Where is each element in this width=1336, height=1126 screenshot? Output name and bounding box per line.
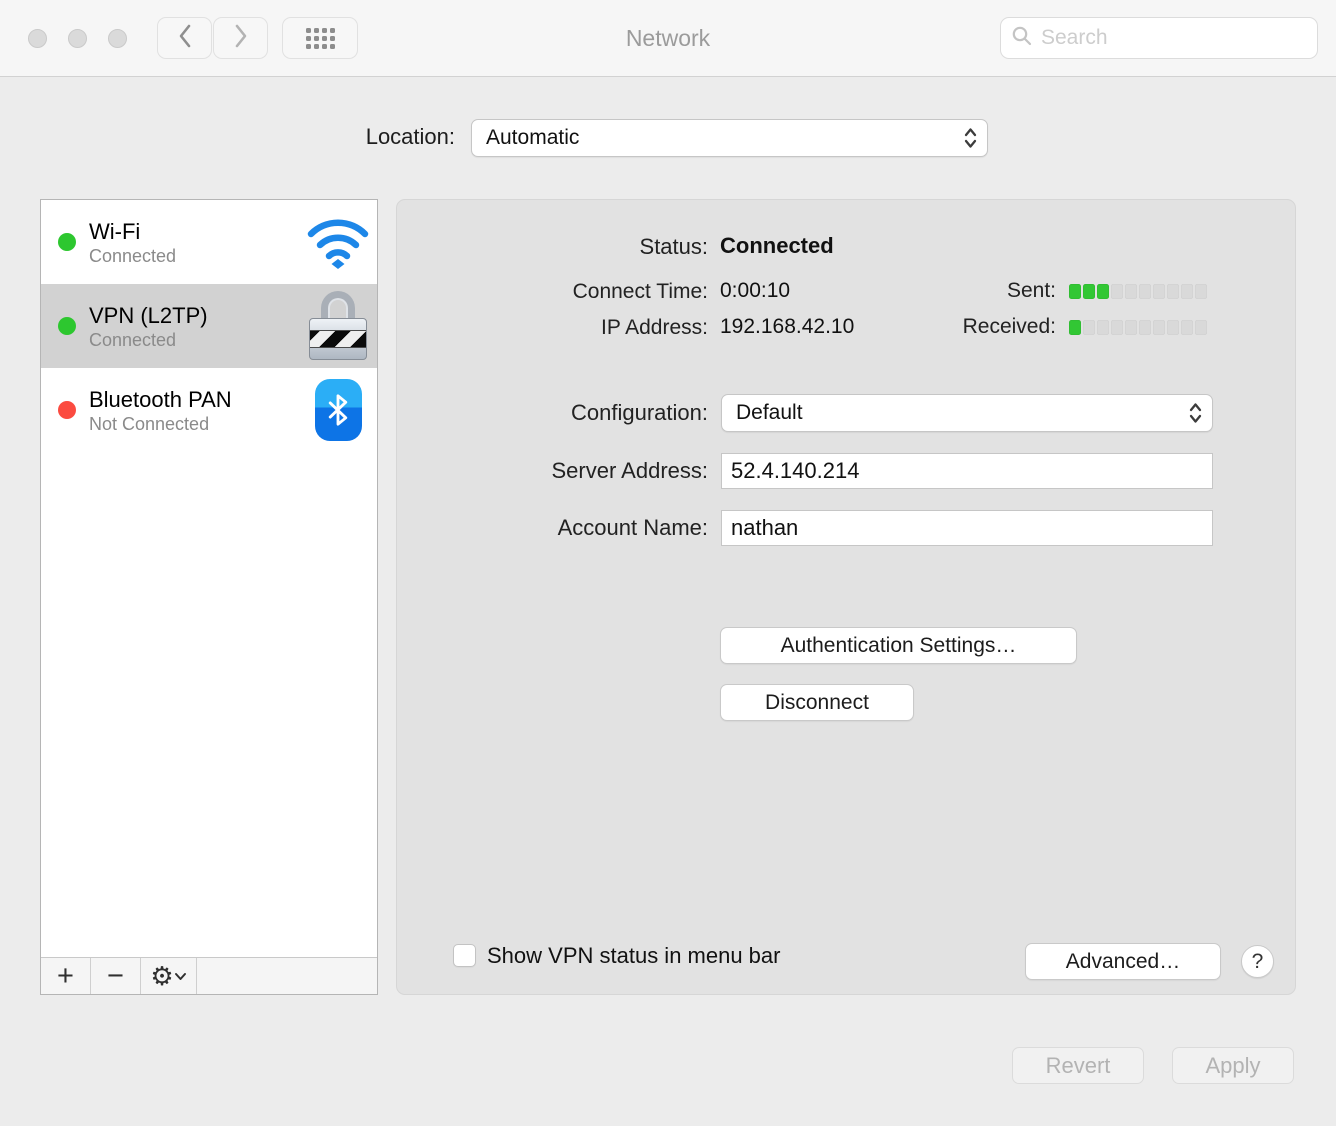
wifi-icon — [299, 215, 377, 269]
forward-button[interactable] — [213, 17, 268, 59]
status-dot-green — [58, 233, 76, 251]
gear-icon: ⚙ — [150, 963, 173, 989]
sent-indicator: Sent: — [877, 280, 1211, 302]
help-button[interactable]: ? — [1241, 945, 1274, 978]
connect-time-value: 0:00:10 — [720, 279, 790, 303]
configuration-popup[interactable]: Default — [721, 394, 1213, 432]
service-name: VPN (L2TP) — [89, 302, 299, 329]
account-name-input[interactable] — [721, 510, 1213, 546]
apply-button[interactable]: Apply — [1172, 1047, 1294, 1084]
back-button[interactable] — [157, 17, 212, 59]
minimize-window-button[interactable] — [68, 29, 87, 48]
show-all-grid-icon — [306, 28, 335, 49]
sent-label: Sent: — [877, 279, 1056, 303]
ip-address-label: IP Address: — [397, 316, 708, 340]
service-row-bluetooth-pan[interactable]: Bluetooth PAN Not Connected — [41, 368, 377, 452]
advanced-button[interactable]: Advanced… — [1025, 943, 1221, 980]
service-name: Bluetooth PAN — [89, 386, 299, 413]
window-title: Network — [626, 25, 710, 52]
search-input[interactable] — [1041, 26, 1312, 50]
vpn-lock-icon — [299, 291, 377, 361]
location-value: Automatic — [472, 126, 953, 150]
service-status: Not Connected — [89, 413, 299, 435]
status-label: Status: — [397, 234, 708, 260]
service-status: Connected — [89, 245, 299, 267]
service-status: Connected — [89, 329, 299, 351]
service-row-wifi[interactable]: Wi-Fi Connected — [41, 200, 377, 284]
received-label: Received: — [877, 315, 1056, 339]
received-indicator: Received: — [877, 316, 1211, 338]
revert-button[interactable]: Revert — [1012, 1047, 1144, 1084]
status-value: Connected — [720, 233, 834, 259]
account-name-label: Account Name: — [397, 515, 708, 541]
service-options-button[interactable]: ⚙ — [141, 958, 197, 994]
server-address-input[interactable] — [721, 453, 1213, 489]
zoom-window-button[interactable] — [108, 29, 127, 48]
search-icon — [1011, 25, 1033, 52]
authentication-settings-button[interactable]: Authentication Settings… — [720, 627, 1077, 664]
status-dot-green — [58, 317, 76, 335]
show-vpn-status-label: Show VPN status in menu bar — [487, 943, 780, 969]
location-popup[interactable]: Automatic — [471, 119, 988, 157]
vpn-detail-panel: Status: Connected Connect Time: 0:00:10 … — [396, 199, 1296, 995]
disconnect-button[interactable]: Disconnect — [720, 684, 914, 721]
actions-bar-spacer — [197, 958, 377, 994]
configuration-value: Default — [722, 401, 1178, 425]
ip-address-value: 192.168.42.10 — [720, 315, 854, 339]
chevron-right-icon — [233, 23, 249, 54]
status-dot-red — [58, 401, 76, 419]
chevron-up-down-icon — [1178, 401, 1212, 425]
connect-time-label: Connect Time: — [397, 280, 708, 304]
window-toolbar: Network — [0, 0, 1336, 77]
show-all-button[interactable] — [282, 17, 358, 59]
chevron-up-down-icon — [953, 126, 987, 150]
bluetooth-icon — [299, 379, 377, 441]
plus-icon: + — [57, 960, 74, 993]
search-field[interactable] — [1000, 17, 1318, 59]
services-list: Wi-Fi Connected VPN (L2TP) Connected — [40, 199, 378, 995]
chevron-down-icon — [174, 972, 187, 981]
add-service-button[interactable]: + — [41, 958, 91, 994]
service-actions-bar: + − ⚙ — [41, 957, 377, 994]
close-window-button[interactable] — [28, 29, 47, 48]
received-bars — [1069, 320, 1209, 335]
server-address-label: Server Address: — [397, 458, 708, 484]
sent-bars — [1069, 284, 1209, 299]
service-row-vpn[interactable]: VPN (L2TP) Connected — [41, 284, 377, 368]
location-label: Location: — [250, 124, 455, 150]
remove-service-button[interactable]: − — [91, 958, 141, 994]
minus-icon: − — [107, 960, 124, 993]
show-vpn-status-checkbox[interactable] — [453, 944, 476, 967]
service-name: Wi-Fi — [89, 218, 299, 245]
configuration-label: Configuration: — [397, 400, 708, 426]
chevron-left-icon — [177, 23, 193, 54]
